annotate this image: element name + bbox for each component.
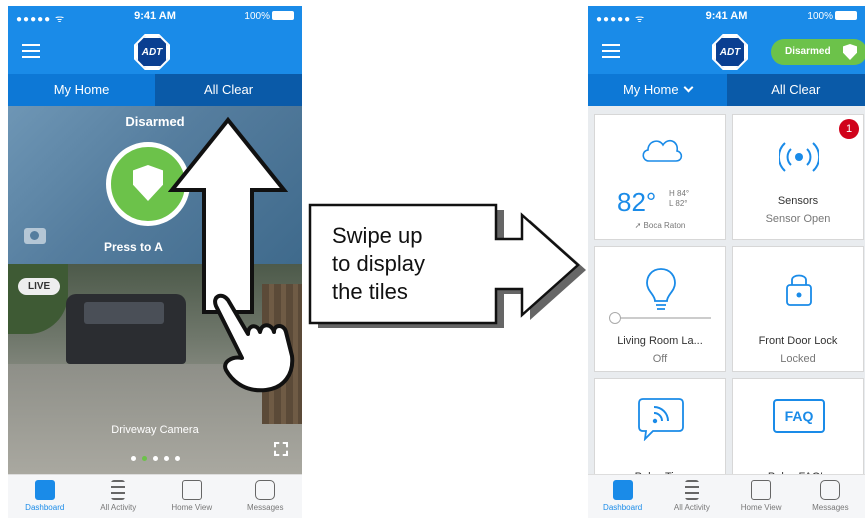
sensors-tile[interactable]: 1 Sensors Sensor Open bbox=[732, 114, 864, 240]
bottom-tab-bar: Dashboard All Activity Home View Message… bbox=[8, 474, 302, 518]
tab-home-view[interactable]: Home View bbox=[155, 475, 229, 518]
battery-percent: 100% bbox=[807, 11, 833, 22]
callout-line-2: to display bbox=[332, 251, 425, 276]
light-tile[interactable]: Living Room La... Off bbox=[594, 246, 726, 372]
battery-percent: 100% bbox=[244, 11, 270, 22]
lock-icon bbox=[786, 274, 812, 306]
expand-icon[interactable] bbox=[274, 442, 288, 456]
tab-my-home[interactable]: My Home bbox=[588, 74, 727, 106]
tab-label: Dashboard bbox=[25, 503, 65, 512]
battery-icon bbox=[835, 11, 857, 20]
pointing-hand-icon bbox=[213, 293, 295, 393]
location-label: ➚ Boca Raton bbox=[634, 221, 686, 230]
status-bar: ●●●●● ᯤ 9:41 AM 100% bbox=[8, 6, 302, 28]
tab-home-view[interactable]: Home View bbox=[727, 475, 796, 518]
tab-dashboard[interactable]: Dashboard bbox=[8, 475, 82, 518]
menu-icon[interactable] bbox=[22, 44, 40, 58]
battery-indicator: 100% bbox=[807, 11, 857, 22]
chevron-down-icon bbox=[683, 82, 694, 93]
tab-messages[interactable]: Messages bbox=[796, 475, 865, 518]
floorplan-icon bbox=[751, 480, 772, 500]
callout-text: Swipe up to display the tiles bbox=[332, 222, 425, 306]
page-indicator[interactable] bbox=[8, 448, 302, 466]
foliage-image bbox=[8, 264, 68, 334]
shield-icon bbox=[843, 44, 857, 60]
list-icon bbox=[111, 480, 126, 500]
tile-subtitle: Off bbox=[652, 353, 668, 365]
pill-label: Disarmed bbox=[785, 46, 831, 57]
tab-dashboard[interactable]: Dashboard bbox=[588, 475, 657, 518]
tab-label: Messages bbox=[812, 503, 849, 512]
high-temp: H 84° bbox=[669, 189, 690, 198]
dashboard-icon bbox=[612, 480, 633, 500]
cloud-icon bbox=[642, 139, 683, 162]
app-header: ADT bbox=[8, 28, 302, 74]
tile-subtitle: Sensor Open bbox=[765, 213, 831, 225]
tab-all-clear[interactable]: All Clear bbox=[726, 74, 865, 106]
live-badge: LIVE bbox=[18, 278, 61, 295]
chat-bubble-icon bbox=[638, 398, 684, 441]
battery-indicator: 100% bbox=[244, 11, 294, 22]
tile-title: Living Room La... bbox=[617, 335, 703, 347]
shield-icon bbox=[133, 165, 163, 201]
right-phone-screen: ●●●●● ᯤ 9:41 AM 100% ADT Disarmed My Hom… bbox=[588, 6, 865, 518]
tab-all-activity[interactable]: All Activity bbox=[657, 475, 726, 518]
temperature: 82° bbox=[617, 187, 657, 217]
left-phone-screen: ●●●●● ᯤ 9:41 AM 100% ADT My Home All Cle… bbox=[8, 6, 302, 518]
sensor-icon bbox=[779, 142, 819, 172]
faq-icon: FAQ bbox=[773, 399, 825, 433]
door-lock-tile[interactable]: Front Door Lock Locked bbox=[732, 246, 864, 372]
slider-knob[interactable] bbox=[609, 312, 621, 324]
lightbulb-icon bbox=[646, 268, 676, 310]
list-icon bbox=[684, 480, 699, 500]
app-header: ADT Disarmed bbox=[588, 28, 865, 74]
tab-label: All Activity bbox=[100, 503, 137, 512]
tile-grid: 82° H 84° L 82° ➚ Boca Raton 1 Sensors Se… bbox=[588, 106, 865, 504]
tab-label: Dashboard bbox=[603, 503, 643, 512]
tab-label: My Home bbox=[622, 82, 679, 97]
location-tabs: My Home All Clear bbox=[588, 74, 865, 106]
adt-logo: ADT bbox=[136, 36, 168, 68]
message-icon bbox=[255, 480, 276, 500]
bottom-tab-bar: Dashboard All Activity Home View Message… bbox=[588, 474, 865, 518]
message-icon bbox=[820, 480, 841, 500]
tile-title: Sensors bbox=[777, 195, 819, 207]
tile-title: Front Door Lock bbox=[758, 335, 838, 347]
high-low: H 84° L 82° bbox=[669, 189, 689, 209]
location-tabs: My Home All Clear bbox=[8, 74, 302, 106]
tab-all-activity[interactable]: All Activity bbox=[82, 475, 156, 518]
notification-badge: 1 bbox=[839, 119, 859, 139]
dashboard-icon bbox=[34, 480, 55, 500]
callout-line-1: Swipe up bbox=[332, 223, 423, 248]
status-bar: ●●●●● ᯤ 9:41 AM 100% bbox=[588, 6, 865, 28]
tab-messages[interactable]: Messages bbox=[229, 475, 303, 518]
weather-tile[interactable]: 82° H 84° L 82° ➚ Boca Raton bbox=[594, 114, 726, 240]
tab-label: Messages bbox=[247, 503, 284, 512]
press-to-arm-label: Press to A bbox=[104, 240, 163, 254]
low-temp: L 82° bbox=[669, 199, 688, 208]
dimmer-slider[interactable] bbox=[609, 312, 711, 324]
tile-subtitle: Locked bbox=[780, 353, 816, 365]
camera-icon[interactable] bbox=[24, 228, 46, 244]
menu-icon[interactable] bbox=[602, 44, 620, 58]
battery-icon bbox=[272, 11, 294, 20]
tab-all-clear[interactable]: All Clear bbox=[155, 74, 302, 106]
tab-label: Home View bbox=[740, 503, 782, 512]
arm-status-pill[interactable]: Disarmed bbox=[771, 39, 865, 65]
camera-name: Driveway Camera bbox=[111, 424, 199, 436]
tab-label: All Activity bbox=[673, 503, 710, 512]
callout-line-3: the tiles bbox=[332, 279, 408, 304]
tab-my-home[interactable]: My Home bbox=[8, 74, 155, 106]
tab-label: Home View bbox=[171, 503, 213, 512]
floorplan-icon bbox=[181, 480, 202, 500]
